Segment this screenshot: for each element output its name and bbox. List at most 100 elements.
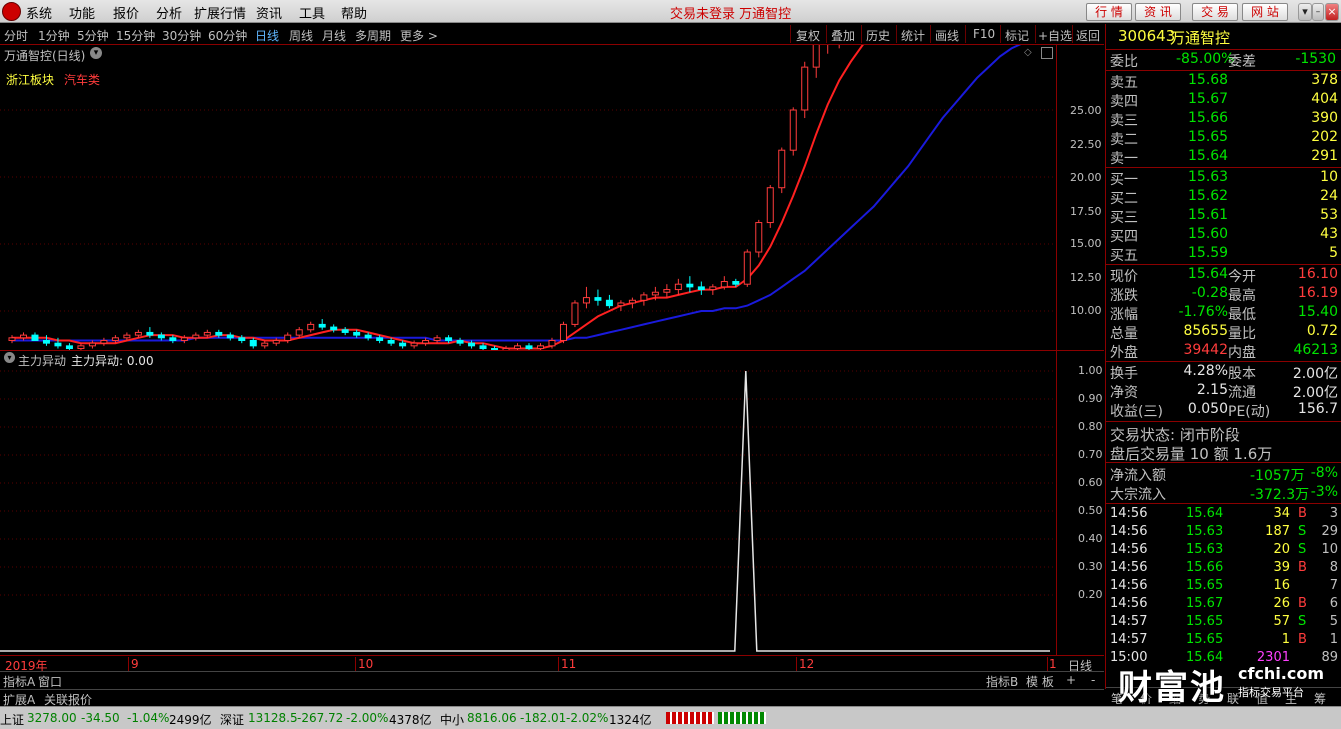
tool-mark-button[interactable]: 标记 (1005, 27, 1029, 44)
candlestick-chart: 28.35←8.31 (0, 45, 1056, 350)
menu-quote[interactable]: 报价 (113, 3, 139, 22)
candle-body (318, 323, 326, 328)
index-value: 8816.06 (467, 711, 517, 725)
bid-volume: 43 (1320, 226, 1338, 242)
stat-label: 外盘 (1110, 345, 1138, 361)
index-value: 13128.5 (248, 711, 298, 725)
ask-volume: 202 (1311, 129, 1338, 145)
index-name[interactable]: 深证 (220, 711, 244, 728)
ask-volume: 390 (1311, 110, 1338, 126)
dropdown-icon[interactable]: ▾ (1298, 3, 1312, 21)
stat-label: 今开 (1228, 269, 1256, 285)
period-tab[interactable]: 60分钟 (208, 27, 247, 44)
menu-help[interactable]: 帮助 (341, 3, 367, 22)
tool-overlay-button[interactable]: 叠加 (831, 27, 855, 44)
tick-row: 14:56 15.66 39 B 8 (1110, 560, 1341, 578)
stat-label: 现价 (1110, 269, 1138, 285)
candle-body (686, 283, 694, 288)
candle-body (192, 334, 200, 339)
tool-f10-button[interactable]: F10 (973, 27, 995, 41)
tick-side: B (1298, 596, 1307, 611)
period-tab[interactable]: 分时 (4, 27, 28, 44)
tick-time: 14:56 (1110, 542, 1148, 557)
tab-indicator-b[interactable]: 指标B (986, 673, 1018, 690)
index-amount: 1324亿 (609, 713, 652, 727)
tool-back-button[interactable]: 返回 (1076, 27, 1100, 44)
stock-name: 万通智控 (1170, 29, 1231, 47)
menu-news[interactable]: 资讯 (256, 3, 282, 22)
menu-analysis[interactable]: 分析 (156, 3, 182, 22)
index-amount: 2499亿 (169, 713, 212, 727)
top-button-news[interactable]: 资 讯 (1135, 3, 1181, 21)
tab-window[interactable]: 窗口 (38, 673, 62, 690)
period-tab[interactable]: 1分钟 (38, 27, 70, 44)
y-tick-label: 0.40 (1078, 532, 1103, 545)
candle-body (640, 294, 648, 301)
webi-value: -85.00% (1176, 51, 1235, 67)
fund-value: 0.050 (1187, 401, 1228, 417)
candle-body (456, 339, 464, 344)
tick-volume: 1 (1281, 632, 1290, 647)
tool-adjust-button[interactable]: 复权 (796, 27, 820, 44)
candle-body (594, 297, 602, 301)
menu-system[interactable]: 系统 (26, 3, 52, 22)
period-tab[interactable]: 月线 (322, 27, 346, 44)
menu-extended-market[interactable]: 扩展行情 (194, 3, 246, 22)
menu-function[interactable]: 功能 (69, 3, 95, 22)
candle-body (755, 222, 763, 253)
candle-body (709, 286, 717, 291)
menu-tools[interactable]: 工具 (299, 3, 325, 22)
minimize-icon[interactable]: – (1312, 3, 1324, 21)
ask-price: 15.65 (1188, 129, 1229, 145)
y-tick-label: 22.50 (1070, 138, 1102, 151)
close-icon[interactable]: × (1325, 3, 1339, 21)
top-button-website[interactable]: 网 站 (1242, 3, 1288, 21)
tab-template[interactable]: 模 板 (1026, 673, 1054, 690)
label: 净流入额 (1110, 468, 1166, 484)
block-inflow-pct: -3% (1310, 484, 1338, 500)
net-inflow-value: -1057万 (1250, 468, 1305, 484)
tool-draw-button[interactable]: 画线 (935, 27, 959, 44)
bid-volume: 10 (1320, 169, 1338, 185)
period-tab[interactable]: 5分钟 (77, 27, 109, 44)
stat-value: 15.64 (1187, 266, 1228, 282)
period-tab[interactable]: 多周期 (355, 27, 391, 44)
index-name[interactable]: 上证 (0, 711, 24, 728)
candle-body (238, 337, 246, 341)
y-tick-label: 0.50 (1078, 504, 1103, 517)
y-tick-label: 0.60 (1078, 476, 1103, 489)
tick-side: S (1298, 524, 1307, 539)
index-change: -34.50 (81, 711, 120, 725)
period-tab[interactable]: 30分钟 (162, 27, 201, 44)
period-tab-more[interactable]: 更多 > (400, 27, 438, 44)
zoom-out-button[interactable]: - (1091, 673, 1095, 687)
tick-price: 15.63 (1186, 524, 1224, 539)
candle-body (789, 109, 797, 151)
tick-volume: 20 (1273, 542, 1290, 557)
tick-price: 15.65 (1186, 614, 1224, 629)
period-tab-daily[interactable]: 日线 (255, 27, 279, 44)
candle-body (249, 339, 257, 347)
x-axis-label: 11 (561, 657, 577, 671)
after-hours-volume: 盘后交易量 10 额 1.6万 (1110, 445, 1273, 463)
tool-add-watchlist-button[interactable]: +自选 (1038, 27, 1072, 44)
candle-body (100, 339, 108, 344)
index-name[interactable]: 中小 (440, 711, 464, 728)
x-axis-label: 9 (131, 657, 139, 671)
ma-long-line (12, 45, 1022, 342)
candle-body (123, 334, 131, 339)
tab-indicator-a[interactable]: 指标A (3, 673, 35, 690)
tool-history-button[interactable]: 历史 (866, 27, 890, 44)
tick-side: S (1298, 542, 1307, 557)
label: 委差 (1228, 54, 1256, 70)
tool-stats-button[interactable]: 统计 (901, 27, 925, 44)
candle-body (766, 187, 774, 224)
period-tab[interactable]: 周线 (289, 27, 313, 44)
top-button-quote[interactable]: 行 情 (1086, 3, 1132, 21)
period-tab[interactable]: 15分钟 (116, 27, 155, 44)
candle-body (88, 342, 96, 347)
index-status-bar: 上证 3278.00 -34.50 -1.04% 2499亿 深证 13128.… (0, 706, 1341, 729)
tick-row: 14:56 15.63 20 S 10 (1110, 542, 1341, 560)
zoom-in-button[interactable]: + (1066, 673, 1076, 687)
top-button-trade[interactable]: 交 易 (1192, 3, 1238, 21)
